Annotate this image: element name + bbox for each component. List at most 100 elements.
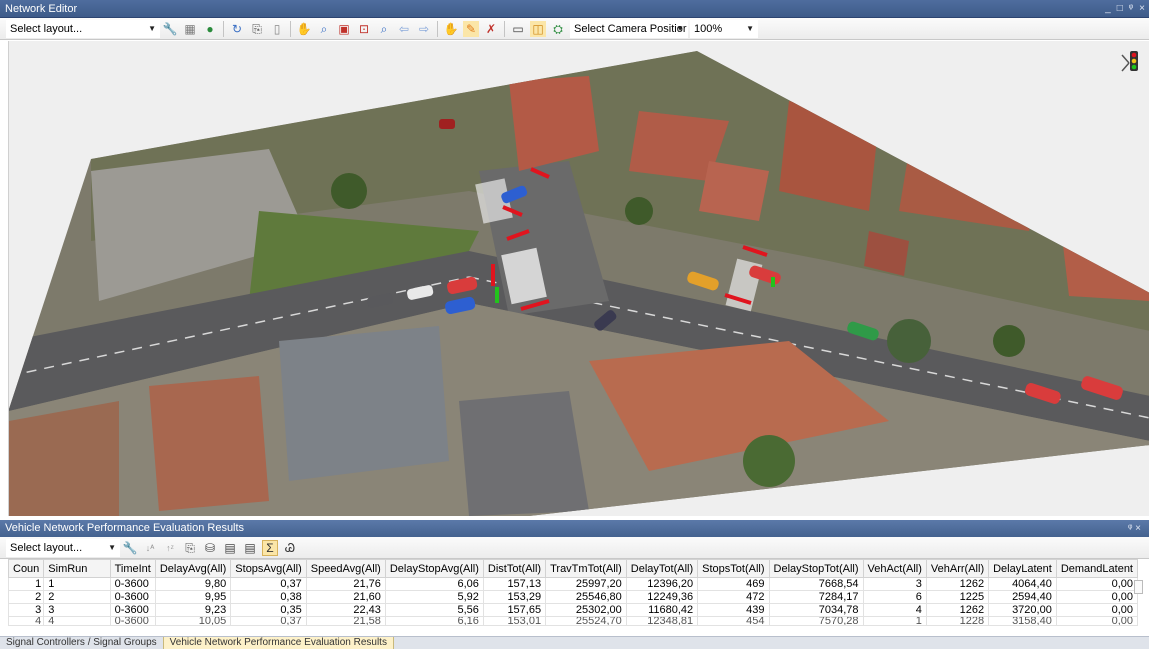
table-cell[interactable]: 7570,28	[768, 616, 864, 626]
camera-position-select[interactable]: Select Camera Positior ▼	[570, 19, 688, 38]
table-cell[interactable]: 4	[862, 603, 927, 617]
column-header[interactable]: DelayTot(All)	[625, 559, 699, 578]
table-cell[interactable]: 9,23	[154, 603, 232, 617]
table-cell[interactable]: 21,76	[305, 577, 386, 591]
copy-icon[interactable]: ⎘	[249, 21, 265, 37]
clipboard-icon[interactable]: ▯	[269, 21, 285, 37]
zoom-out-icon[interactable]: ⌕	[376, 21, 392, 37]
table-cell[interactable]: 12249,36	[625, 590, 699, 604]
pin-icon[interactable]: ᵠ	[1129, 0, 1133, 18]
table-cell[interactable]: 0,38	[230, 590, 307, 604]
column-header[interactable]: StopsTot(All)	[697, 559, 770, 578]
table-cell[interactable]: 25524,70	[545, 616, 627, 626]
save-as-icon[interactable]: ▤	[242, 540, 258, 556]
close-icon[interactable]: ×	[1139, 0, 1145, 18]
table-cell[interactable]: 1	[862, 616, 927, 626]
table-cell[interactable]: 3	[8, 603, 45, 617]
column-header[interactable]: DemandLatent	[1055, 559, 1138, 578]
column-header[interactable]: DelayStopAvg(All)	[384, 559, 484, 578]
forward-arrow-icon[interactable]: ⇨	[416, 21, 432, 37]
table-cell[interactable]: 1228	[925, 616, 990, 626]
table-row[interactable]: 1 1 0-3600 9,80 0,37 21,76 6,06 157,13 25997,20 1…	[8, 577, 1138, 591]
link-tool-icon[interactable]: ✎	[463, 20, 479, 37]
table-cell[interactable]: 0-3600	[109, 603, 156, 617]
rotate-icon[interactable]: ↻	[229, 21, 245, 37]
table-cell[interactable]: 1	[8, 577, 45, 591]
column-header[interactable]: DistTot(All)	[482, 559, 547, 578]
delete-link-icon[interactable]: ✗	[483, 21, 499, 37]
table-cell[interactable]: 7668,54	[768, 577, 864, 591]
maximize-icon[interactable]: □	[1117, 0, 1123, 18]
minimize-icon[interactable]: _	[1105, 0, 1111, 18]
table-cell[interactable]: 25546,80	[545, 590, 627, 604]
table-cell[interactable]: 6,16	[384, 616, 484, 626]
table-cell[interactable]: 153,01	[482, 616, 547, 626]
zoom-extents-icon[interactable]: ▣	[336, 21, 352, 37]
results-layout-select[interactable]: Select layout... ▼	[6, 538, 120, 557]
table-cell[interactable]: 0-3600	[109, 616, 156, 626]
network-3d-viewport[interactable]	[8, 41, 1149, 516]
hand-tool-icon[interactable]: ✋	[443, 21, 459, 37]
table-row[interactable]: 2 2 0-3600 9,95 0,38 21,60 5,92 153,29 25546,80 1…	[8, 590, 1138, 604]
wrench-icon[interactable]: 🔧	[122, 540, 138, 556]
database-icon[interactable]: ⛁	[202, 540, 218, 556]
pan-hand-icon[interactable]: ✋	[296, 21, 312, 37]
camera-icon[interactable]: ⛭	[550, 21, 566, 37]
tab-signal-controllers[interactable]: Signal Controllers / Signal Groups	[0, 637, 163, 649]
table-cell[interactable]: 10,05	[154, 616, 232, 626]
table-cell[interactable]: 157,65	[482, 603, 547, 617]
table-cell[interactable]: 1	[43, 577, 111, 591]
table-cell[interactable]: 12348,81	[625, 616, 699, 626]
table-cell[interactable]: 12396,20	[625, 577, 699, 591]
aerial-network-map[interactable]	[9, 41, 1149, 516]
table-cell[interactable]: 3	[43, 603, 111, 617]
table-cell[interactable]: 4	[8, 616, 45, 626]
table-cell[interactable]: 22,43	[305, 603, 386, 617]
sort-ascending-icon[interactable]: ↓ᴬ	[142, 540, 158, 556]
screenshot-icon[interactable]: ▭	[510, 21, 526, 37]
table-row[interactable]: 4 4 0-3600 10,05 0,37 21,58 6,16 153,01 25524,70…	[8, 616, 1138, 626]
column-header[interactable]: StopsAvg(All)	[230, 559, 307, 578]
table-cell[interactable]: 25997,20	[545, 577, 627, 591]
table-cell[interactable]: 454	[697, 616, 770, 626]
table-cell[interactable]: 3	[862, 577, 927, 591]
table-cell[interactable]: 9,95	[154, 590, 232, 604]
table-cell[interactable]: 6,06	[384, 577, 484, 591]
table-cell[interactable]: 0,37	[230, 616, 307, 626]
table-cell[interactable]: 153,29	[482, 590, 547, 604]
column-header[interactable]: DelayAvg(All)	[154, 559, 232, 578]
zoom-window-icon[interactable]: ⊡	[356, 21, 372, 37]
3d-mode-icon[interactable]: ◫	[530, 20, 546, 37]
table-cell[interactable]: 4	[43, 616, 111, 626]
table-cell[interactable]: 0-3600	[109, 577, 156, 591]
pin-icon[interactable]: ᵠ ×	[1128, 520, 1141, 537]
column-header[interactable]: SimRun	[43, 559, 111, 578]
column-header[interactable]: Coun	[8, 559, 45, 578]
layout-select[interactable]: Select layout... ▼	[6, 19, 160, 38]
grid-icon[interactable]: ▦	[182, 21, 198, 37]
table-cell[interactable]: 0,37	[230, 577, 307, 591]
table-cell[interactable]: 1225	[925, 590, 990, 604]
column-header[interactable]: TravTmTot(All)	[545, 559, 627, 578]
table-cell[interactable]: 469	[697, 577, 770, 591]
results-grid[interactable]: Coun SimRun TimeInt DelayAvg(All) StopsA…	[8, 559, 1138, 633]
column-header[interactable]: SpeedAvg(All)	[305, 559, 386, 578]
column-header[interactable]: TimeInt	[109, 559, 156, 578]
formula-icon[interactable]: Ꮚ	[282, 540, 298, 556]
table-cell[interactable]: 0,00	[1055, 616, 1138, 626]
table-cell[interactable]: 157,13	[482, 577, 547, 591]
copy-icon[interactable]: ⎘	[182, 540, 198, 556]
table-cell[interactable]: 7034,78	[768, 603, 864, 617]
table-cell[interactable]: 439	[697, 603, 770, 617]
table-cell[interactable]: 2594,40	[988, 590, 1057, 604]
globe-icon[interactable]: ●	[202, 21, 218, 37]
zoom-tool-icon[interactable]: ⌕	[316, 21, 332, 37]
table-cell[interactable]: 3720,00	[988, 603, 1057, 617]
column-header[interactable]: VehArr(All)	[925, 559, 990, 578]
table-cell[interactable]: 11680,42	[625, 603, 699, 617]
wrench-icon[interactable]: 🔧	[162, 21, 178, 37]
table-cell[interactable]: 1262	[925, 603, 990, 617]
table-cell[interactable]: 1262	[925, 577, 990, 591]
table-cell[interactable]: 21,58	[305, 616, 386, 626]
sort-descending-icon[interactable]: ↑ᶻ	[162, 540, 178, 556]
